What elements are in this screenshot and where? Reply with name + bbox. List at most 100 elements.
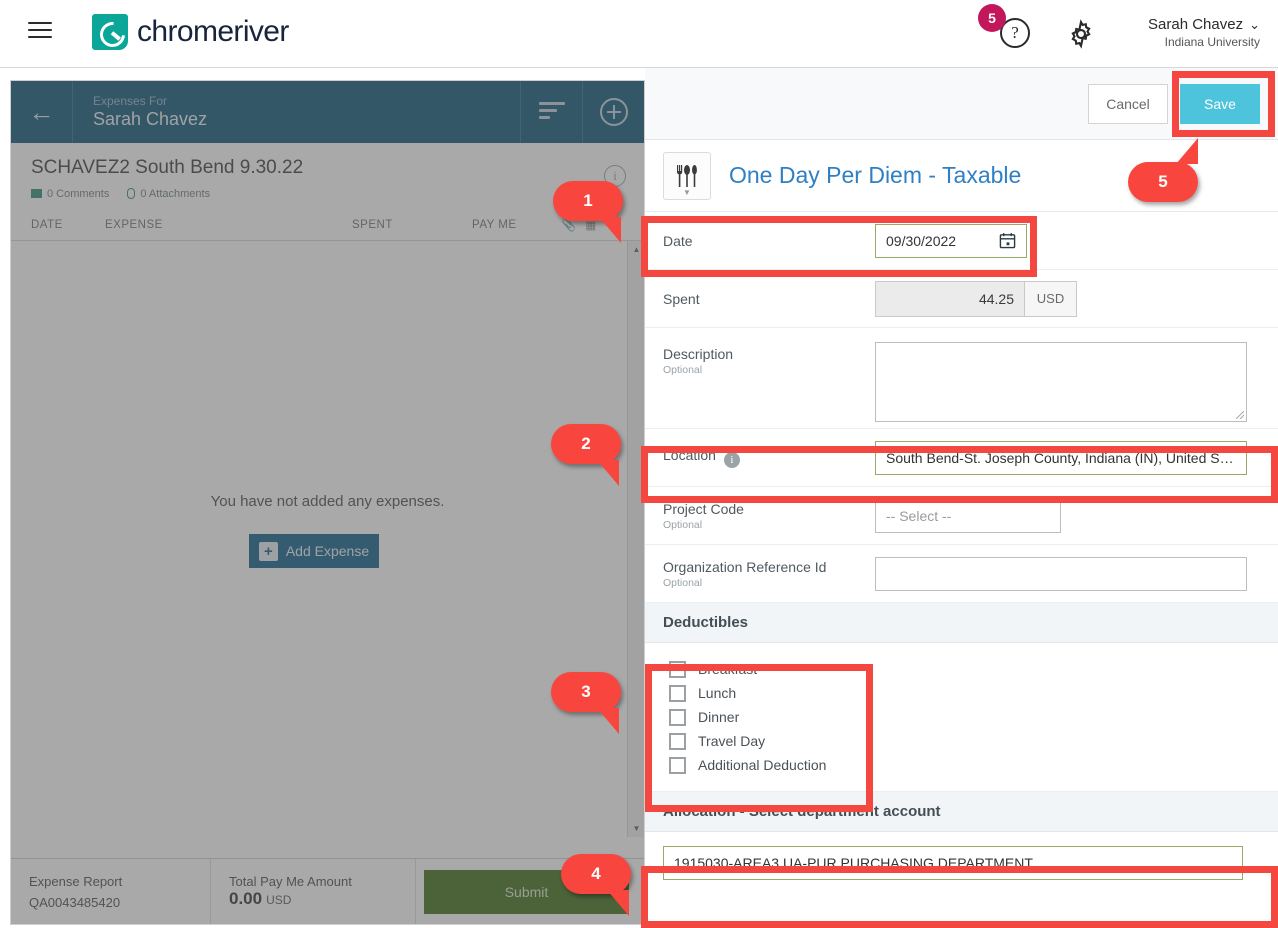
spent-input[interactable]: 44.25 [875, 280, 1025, 317]
deductible-breakfast[interactable]: Breakfast [669, 657, 1278, 681]
gear-icon[interactable] [1066, 19, 1096, 54]
user-name: Sarah Chavez [1148, 16, 1244, 33]
expense-report-value: QA0043485420 [29, 894, 121, 910]
expense-type-title: One Day Per Diem - Taxable [729, 162, 1022, 188]
deductible-dinner[interactable]: Dinner [669, 705, 1278, 729]
top-header: chromeriver 5 ? Sarah Chavez ⌄ Indiana Un… [0, 0, 1278, 68]
form-action-bar: Cancel Save [645, 68, 1278, 140]
deductibles-list: Breakfast Lunch Dinner Travel Day Additi… [645, 643, 1278, 792]
empty-state-message: You have not added any expenses. [210, 493, 445, 510]
checkbox-breakfast[interactable] [669, 660, 686, 678]
deductible-label: Dinner [698, 709, 740, 725]
callout-5: 5 [1128, 138, 1198, 202]
save-button[interactable]: Save [1180, 83, 1260, 124]
total-pay-me-value: 0.00 USD [229, 889, 292, 908]
callout-number: 4 [591, 864, 601, 883]
scroll-down-arrow-icon[interactable]: ▼ [628, 820, 644, 837]
report-title: SCHAVEZ2 South Bend 9.30.22 [31, 157, 304, 178]
chevron-down-icon[interactable]: ▼ [683, 188, 691, 197]
callout-number: 2 [581, 434, 591, 453]
chevron-down-icon[interactable]: ⌄ [1249, 17, 1260, 33]
allocation-heading: Allocation - Select department account [645, 792, 1278, 832]
deductible-lunch[interactable]: Lunch [669, 681, 1278, 705]
attachments-count[interactable]: 0 Attachments [127, 188, 210, 200]
deductible-travel-day[interactable]: Travel Day [669, 729, 1278, 753]
scroll-up-arrow-icon[interactable]: ▲ [628, 241, 644, 258]
spent-currency[interactable]: USD [1025, 280, 1077, 317]
callout-tail [599, 217, 621, 243]
checkbox-lunch[interactable] [669, 684, 686, 702]
description-textarea[interactable] [875, 342, 1247, 422]
add-expense-button[interactable]: + Add Expense [249, 534, 379, 568]
help-button-wrap[interactable]: 5 ? [978, 4, 1030, 48]
deductible-label: Lunch [698, 685, 737, 701]
date-label: Date [663, 232, 693, 249]
utensils-icon[interactable]: ▼ [663, 151, 711, 200]
callout-4: 4 [561, 854, 631, 916]
project-code-select[interactable]: -- Select -- [875, 498, 1061, 533]
column-spent: SPENT [352, 219, 393, 231]
user-org: Indiana University [1164, 35, 1260, 49]
project-code-label: Project Code [663, 500, 744, 517]
calendar-icon [999, 233, 1016, 249]
deductible-label: Additional Deduction [698, 757, 827, 773]
comment-icon [31, 189, 42, 198]
field-row-org-ref: Organization Reference Id Optional [645, 545, 1278, 603]
expenses-for-label: Expenses For [93, 94, 168, 108]
expense-report-label: Expense Report [29, 873, 123, 889]
project-code-optional: Optional [663, 518, 703, 531]
total-pay-me-label: Total Pay Me Amount [229, 874, 352, 889]
column-pay-me: PAY ME [472, 219, 517, 231]
deductibles-heading: Deductibles [645, 603, 1278, 643]
brand-logo[interactable]: chromeriver [92, 14, 289, 50]
expenses-scrollbar[interactable]: ▲ ▼ [627, 241, 644, 837]
expenses-for-title: Expenses For Sarah Chavez [73, 94, 520, 130]
add-expense-label: Add Expense [285, 543, 370, 559]
back-arrow-icon[interactable]: ← [11, 81, 73, 143]
field-row-date: Date 09/30/2022 [645, 212, 1278, 270]
notification-badge[interactable]: 5 [978, 4, 1006, 32]
org-ref-input[interactable] [875, 556, 1247, 591]
expenses-panel: ← Expenses For Sarah Chavez SCHAVEZ2 Sou… [10, 80, 645, 925]
checkbox-dinner[interactable] [669, 708, 686, 726]
checkbox-additional-deduction[interactable] [669, 756, 686, 774]
callout-number: 1 [583, 191, 593, 210]
expenses-for-name: Sarah Chavez [93, 109, 208, 129]
expenses-list-body: You have not added any expenses. + Add E… [11, 241, 644, 837]
spent-label: Spent [663, 290, 700, 307]
callout-tail [597, 460, 619, 486]
expenses-footer: Expense Report QA0043485420 Total Pay Me… [11, 858, 644, 924]
date-value: 09/30/2022 [886, 232, 957, 249]
user-menu[interactable]: Sarah Chavez ⌄ Indiana University [1148, 16, 1260, 49]
cancel-button[interactable]: Cancel [1088, 83, 1168, 124]
date-input[interactable]: 09/30/2022 [875, 223, 1027, 258]
location-label: Location [663, 447, 716, 463]
brand-name: chromeriver [137, 15, 289, 48]
callout-tail [607, 890, 629, 916]
app-root: chromeriver 5 ? Sarah Chavez ⌄ Indiana Un… [0, 0, 1278, 928]
sort-icon[interactable] [520, 81, 582, 143]
field-row-project-code: Project Code Optional -- Select -- [645, 487, 1278, 545]
expenses-table-header: DATE EXPENSE SPENT PAY ME 📎 ▦ ▲ [11, 200, 644, 241]
field-row-description: Description Optional [645, 328, 1278, 429]
callout-1: 1 [553, 181, 623, 243]
callout-tail [597, 708, 619, 734]
add-circle-icon[interactable] [582, 81, 644, 143]
comments-count[interactable]: 0 Comments [31, 188, 109, 200]
chromeriver-mark-icon [92, 14, 128, 50]
org-ref-optional: Optional [663, 576, 703, 589]
location-input[interactable]: South Bend-St. Joseph County, Indiana (I… [875, 440, 1247, 475]
location-info-icon[interactable]: i [723, 452, 740, 468]
total-currency: USD [266, 893, 292, 907]
deductible-additional-deduction[interactable]: Additional Deduction [669, 753, 1278, 777]
allocation-input[interactable]: 1915030-AREA3 UA-PUR PURCHASING DEPARTME… [663, 846, 1243, 880]
deductible-label: Travel Day [698, 733, 766, 749]
hamburger-menu-icon[interactable] [28, 22, 52, 44]
expense-report-cell: Expense Report QA0043485420 [11, 858, 211, 924]
column-expense: EXPENSE [105, 219, 163, 231]
callout-2: 2 [551, 424, 621, 486]
field-row-spent: Spent 44.25 USD [645, 270, 1278, 328]
field-row-location: Location i South Bend-St. Joseph County, … [645, 429, 1278, 487]
checkbox-travel-day[interactable] [669, 732, 686, 750]
report-summary: SCHAVEZ2 South Bend 9.30.22 0 Comments 0… [11, 143, 644, 200]
